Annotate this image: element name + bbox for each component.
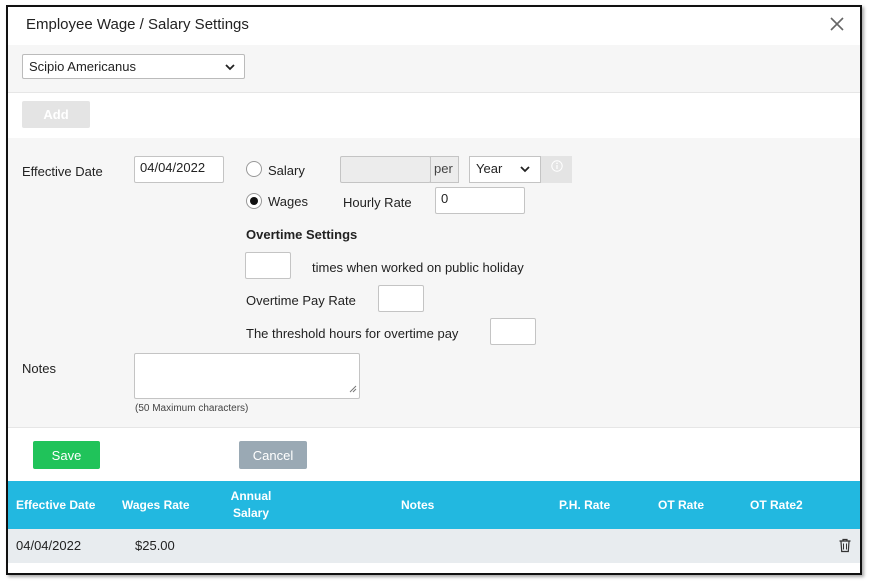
column-header-ph-rate: P.H. Rate [559, 498, 611, 512]
column-header-ot-rate: OT Rate [658, 498, 705, 512]
period-select[interactable]: Year [469, 156, 541, 183]
form-actions: Save Cancel [8, 427, 860, 481]
hourly-rate-input[interactable]: 0 [435, 187, 525, 214]
effective-date-label: Effective Date [22, 164, 103, 179]
column-header-notes: Notes [401, 498, 435, 512]
wages-label: Wages [268, 194, 308, 209]
info-button[interactable] [541, 156, 572, 183]
effective-date-input[interactable]: 04/04/2022 [134, 156, 224, 183]
wage-settings-dialog: Employee Wage / Salary Settings Scipio A… [6, 5, 862, 575]
notes-textarea[interactable] [134, 353, 360, 399]
salary-label: Salary [268, 163, 305, 178]
per-label: per [434, 161, 453, 176]
dialog-titlebar: Employee Wage / Salary Settings [8, 7, 860, 46]
column-header-effective-date: Effective Date [16, 498, 96, 512]
close-icon[interactable] [828, 15, 846, 33]
column-header-ot-rate2: OT Rate2 [750, 498, 803, 512]
threshold-hours-input[interactable] [490, 318, 536, 345]
wages-radio[interactable] [246, 193, 262, 209]
wage-form: Effective Date 04/04/2022 Salary per Yea… [8, 138, 860, 428]
add-button[interactable]: Add [22, 101, 90, 128]
per-label-box: per [430, 156, 459, 183]
threshold-hours-label: The threshold hours for overtime pay [246, 326, 459, 341]
period-select-value: Year [476, 161, 503, 176]
public-holiday-label: times when worked on public holiday [312, 260, 524, 275]
dialog-title: Employee Wage / Salary Settings [26, 16, 249, 33]
notes-hint: (50 Maximum characters) [135, 403, 249, 414]
overtime-pay-rate-input[interactable] [378, 285, 424, 312]
hourly-rate-value: 0 [441, 191, 449, 206]
employee-select[interactable]: Scipio Americanus [22, 54, 245, 79]
table-row[interactable]: 04/04/2022 $25.00 [8, 529, 860, 563]
salary-input[interactable] [340, 156, 431, 183]
overtime-pay-rate-label: Overtime Pay Rate [246, 293, 356, 308]
trash-icon[interactable] [838, 538, 852, 558]
column-header-wages-rate: Wages Rate [122, 498, 190, 512]
employee-select-value: Scipio Americanus [29, 59, 136, 74]
overtime-settings-heading: Overtime Settings [246, 227, 358, 242]
table-header: Effective Date Wages Rate Annual Salary … [8, 481, 860, 529]
resize-grip-icon[interactable] [349, 381, 357, 396]
column-header-annual-salary: Annual Salary [230, 489, 272, 520]
chevron-down-icon [519, 163, 531, 178]
notes-label: Notes [22, 361, 56, 376]
cell-wages-rate: $25.00 [135, 538, 175, 553]
employee-section: Scipio Americanus [8, 45, 860, 93]
hourly-rate-label: Hourly Rate [343, 195, 412, 210]
cancel-button[interactable]: Cancel [239, 441, 307, 469]
salary-radio[interactable] [246, 161, 262, 177]
cell-effective-date: 04/04/2022 [16, 538, 82, 553]
public-holiday-multiplier-input[interactable] [245, 252, 291, 279]
add-section: Add [8, 92, 860, 139]
chevron-down-icon [224, 61, 236, 76]
save-button[interactable]: Save [33, 441, 100, 469]
info-icon [551, 160, 563, 172]
effective-date-value: 04/04/2022 [140, 160, 206, 175]
